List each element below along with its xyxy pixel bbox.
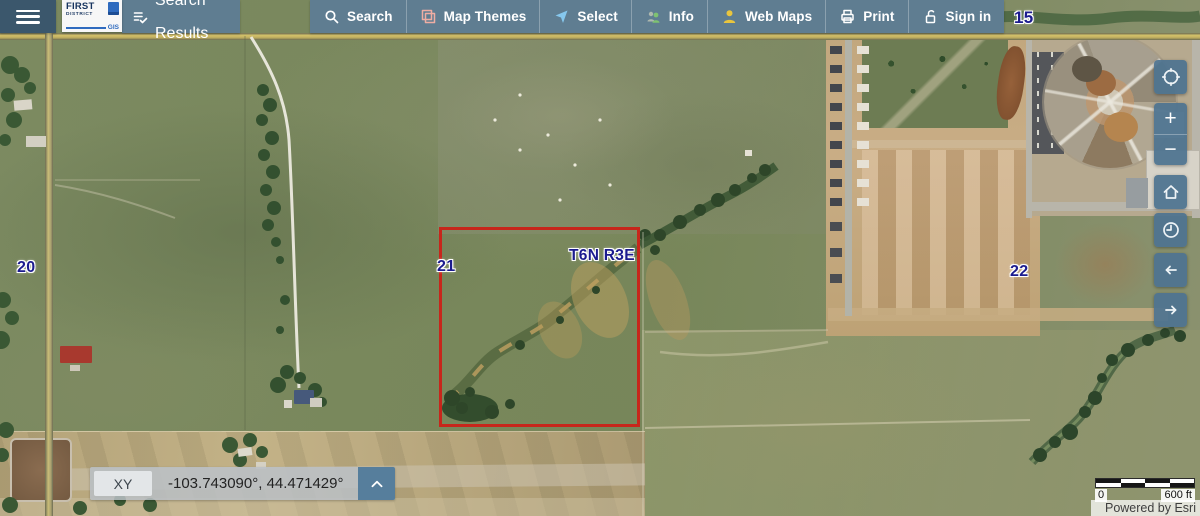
coordinate-mode-select[interactable]: XY xyxy=(94,471,152,496)
search-results-label: Search Results xyxy=(155,0,230,50)
zoom-control: + − xyxy=(1154,103,1187,165)
first-district-gis-logo: FIRST DISTRICT GIS xyxy=(62,0,122,32)
zoom-in-button[interactable]: + xyxy=(1154,103,1187,134)
coordinate-collapse-button[interactable] xyxy=(358,467,395,500)
info-people-icon xyxy=(645,8,662,25)
search-button[interactable]: Search xyxy=(310,0,406,33)
section-label-22: 22 xyxy=(1010,263,1028,281)
time-slider-icon xyxy=(1161,220,1181,240)
logo-line1: FIRST xyxy=(66,2,94,12)
home-icon xyxy=(1161,182,1181,202)
print-label: Print xyxy=(863,0,894,33)
section-label-20: 20 xyxy=(17,259,35,277)
search-results-tab[interactable]: Search Results xyxy=(122,0,240,33)
map-themes-icon xyxy=(420,8,437,25)
menu-button[interactable] xyxy=(0,0,56,33)
select-cursor-icon xyxy=(553,8,570,25)
select-label: Select xyxy=(577,0,617,33)
next-extent-button[interactable] xyxy=(1154,293,1187,327)
info-label: Info xyxy=(669,0,694,33)
chevron-up-icon xyxy=(367,474,387,494)
next-extent-icon xyxy=(1161,300,1181,320)
info-button[interactable]: Info xyxy=(631,0,707,33)
scale-bar-segments xyxy=(1095,478,1195,488)
compass-crosshair-icon xyxy=(1161,67,1181,87)
map-themes-button[interactable]: Map Themes xyxy=(406,0,540,33)
time-slider-button[interactable] xyxy=(1154,213,1187,247)
home-button[interactable] xyxy=(1154,175,1187,209)
scale-bar: 0 600 ft xyxy=(1095,478,1195,502)
list-check-icon xyxy=(132,8,149,25)
map-themes-label: Map Themes xyxy=(444,0,527,33)
hamburger-icon xyxy=(16,10,40,24)
sign-in-label: Sign in xyxy=(946,0,992,33)
gis-map-app: 15 20 21 22 T6N R3E FIRST DISTRICT GIS S… xyxy=(0,0,1200,516)
select-button[interactable]: Select xyxy=(539,0,630,33)
esri-attribution: Powered by Esri xyxy=(1091,500,1200,516)
search-icon xyxy=(323,8,340,25)
township-range-label: T6N R3E xyxy=(569,247,635,265)
previous-extent-button[interactable] xyxy=(1154,253,1187,287)
web-maps-label: Web Maps xyxy=(745,0,812,33)
sign-in-button[interactable]: Sign in xyxy=(908,0,1005,33)
logo-line2: DISTRICT xyxy=(66,12,94,18)
zoom-out-button[interactable]: − xyxy=(1154,134,1187,166)
logo-building-icon xyxy=(108,2,119,15)
lock-open-icon xyxy=(922,8,939,25)
printer-icon xyxy=(839,8,856,25)
toolbar: Search Map Themes Select xyxy=(310,0,1004,33)
web-maps-button[interactable]: Web Maps xyxy=(707,0,825,33)
previous-extent-icon xyxy=(1161,260,1181,280)
person-icon xyxy=(721,8,738,25)
compass-button[interactable] xyxy=(1154,60,1187,94)
logo-divider xyxy=(66,27,106,29)
print-button[interactable]: Print xyxy=(825,0,907,33)
coordinate-widget: XY -103.743090°, 44.471429° xyxy=(90,467,395,500)
search-label: Search xyxy=(347,0,393,33)
logo-line3: GIS xyxy=(108,24,119,31)
coordinate-value: -103.743090°, 44.471429° xyxy=(156,467,358,500)
section-label-15: 15 xyxy=(1014,8,1034,28)
section-label-21: 21 xyxy=(437,258,455,276)
